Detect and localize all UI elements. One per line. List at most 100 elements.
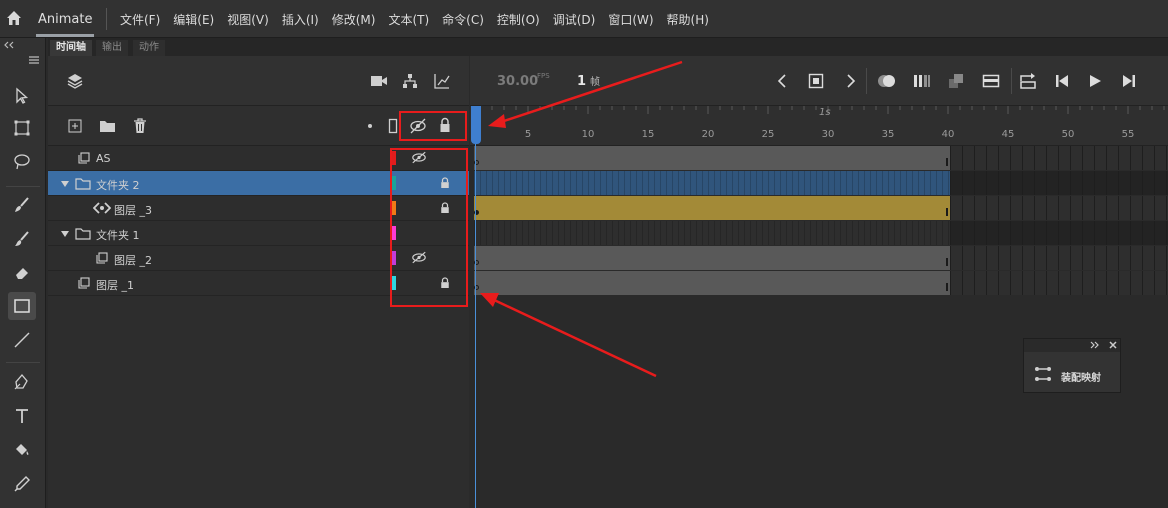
end-frame-marker xyxy=(946,208,948,216)
line-icon xyxy=(14,332,30,348)
folder-icon xyxy=(75,228,91,240)
selection-tool[interactable] xyxy=(8,82,36,110)
menu-lines-icon[interactable] xyxy=(28,55,40,65)
empty-frames[interactable] xyxy=(950,146,1168,170)
hierarchy-icon[interactable] xyxy=(401,72,419,90)
tab-output[interactable]: 输出 xyxy=(96,40,128,56)
ruler-label: 25 xyxy=(761,129,775,140)
loop-playback-icon[interactable] xyxy=(1018,72,1038,90)
chevron-right-icon[interactable] xyxy=(846,74,856,88)
new-folder-icon[interactable] xyxy=(99,119,116,133)
rig-mapping-label[interactable]: 装配映射 xyxy=(1061,369,1101,384)
pen-icon xyxy=(14,373,28,390)
step-forward-icon[interactable] xyxy=(1121,74,1137,88)
loop-icon[interactable] xyxy=(982,74,1000,88)
ruler-label: 20 xyxy=(701,129,715,140)
edit-multiple-icon[interactable] xyxy=(948,73,964,89)
ruler-label: 50 xyxy=(1061,129,1075,140)
collapse-icon[interactable] xyxy=(3,41,17,49)
menu-control[interactable]: 控制(O) xyxy=(497,11,540,28)
outline-icon[interactable] xyxy=(388,118,398,134)
center-frame-icon[interactable] xyxy=(808,73,824,89)
paint-bucket-icon xyxy=(16,444,29,455)
menu-text[interactable]: 文本(T) xyxy=(388,11,429,28)
ruler-second-label: 1s xyxy=(819,107,831,118)
layer-name: 图层 _3 xyxy=(114,204,152,217)
tools-divider xyxy=(6,362,40,363)
controls-divider xyxy=(1011,68,1012,94)
menu-window[interactable]: 窗口(W) xyxy=(608,11,653,28)
panel-titlebar[interactable] xyxy=(1024,339,1120,352)
pen-tool[interactable] xyxy=(8,368,36,396)
new-layer-icon[interactable] xyxy=(68,119,82,133)
onion-skin-icon[interactable] xyxy=(877,73,897,89)
highlight-layer-columns xyxy=(390,148,468,307)
app-name[interactable]: Animate xyxy=(38,12,92,27)
menu-edit[interactable]: 编辑(E) xyxy=(173,11,214,28)
layer-name: 文件夹 2 xyxy=(96,179,140,192)
paintbrush-icon xyxy=(15,231,29,246)
dot-icon xyxy=(368,124,372,128)
ruler-label: 40 xyxy=(941,129,955,140)
brush-tool[interactable] xyxy=(8,191,36,219)
menu-view[interactable]: 视图(V) xyxy=(227,11,269,28)
eraser-tool[interactable] xyxy=(8,258,36,286)
expand-icon[interactable] xyxy=(1090,341,1100,349)
tab-actions[interactable]: 动作 xyxy=(133,40,165,56)
transform-icon xyxy=(14,120,30,136)
ruler-label: 55 xyxy=(1121,129,1135,140)
home-icon[interactable] xyxy=(4,8,24,28)
menu-commands[interactable]: 命令(C) xyxy=(442,11,484,28)
menu-bar: Animate 文件(F) 编辑(E) 视图(V) 插入(I) 修改(M) 文本… xyxy=(0,0,1168,38)
menu-help[interactable]: 帮助(H) xyxy=(667,11,709,28)
end-frame-marker xyxy=(946,283,948,291)
paint-bucket-tool[interactable] xyxy=(8,436,36,464)
ruler-label: 45 xyxy=(1001,129,1015,140)
free-transform-tool[interactable] xyxy=(8,114,36,142)
menu-separator xyxy=(106,8,107,30)
annotation-arrows xyxy=(480,60,683,378)
assets-panel: 装配映射 xyxy=(1023,338,1121,393)
folder-expand-icon[interactable] xyxy=(60,230,70,238)
chevron-left-icon[interactable] xyxy=(777,74,787,88)
menu-insert[interactable]: 插入(I) xyxy=(282,11,319,28)
end-frame-marker xyxy=(946,258,948,266)
onion-outline-icon[interactable] xyxy=(913,73,931,89)
layer-icon xyxy=(96,252,108,264)
empty-frames[interactable] xyxy=(950,221,1168,245)
brush-icon xyxy=(15,197,29,212)
folder-expand-icon[interactable] xyxy=(60,180,70,188)
menu-debug[interactable]: 调试(D) xyxy=(553,11,596,28)
empty-frames[interactable] xyxy=(950,171,1168,195)
line-tool[interactable] xyxy=(8,326,36,354)
empty-frames[interactable] xyxy=(950,196,1168,220)
panel-tabs: 时间轴 输出 动作 xyxy=(48,38,1168,56)
lasso-tool[interactable] xyxy=(8,148,36,176)
camera-icon[interactable] xyxy=(370,74,388,88)
tab-timeline[interactable]: 时间轴 xyxy=(50,40,92,56)
eyedropper-icon xyxy=(14,476,30,492)
graph-icon[interactable] xyxy=(433,72,451,90)
tools-panel xyxy=(0,38,46,508)
close-icon[interactable] xyxy=(1109,341,1117,349)
layers-header xyxy=(48,56,469,106)
text-icon xyxy=(16,409,28,423)
empty-frames[interactable] xyxy=(950,271,1168,295)
rig-mapping-icon[interactable] xyxy=(1034,366,1052,382)
tools-divider xyxy=(6,186,40,187)
rectangle-icon xyxy=(14,299,30,313)
text-tool[interactable] xyxy=(8,402,36,430)
paint-brush-tool[interactable] xyxy=(8,225,36,253)
rectangle-tool[interactable] xyxy=(8,292,36,320)
ruler-label: 35 xyxy=(881,129,895,140)
delete-icon[interactable] xyxy=(133,118,147,134)
menu-file[interactable]: 文件(F) xyxy=(120,11,160,28)
layer-name: 图层 _1 xyxy=(96,279,134,292)
layers-icon[interactable] xyxy=(66,72,84,90)
play-icon[interactable] xyxy=(1088,74,1102,88)
menu-modify[interactable]: 修改(M) xyxy=(332,11,376,28)
step-back-icon[interactable] xyxy=(1054,74,1070,88)
empty-frames[interactable] xyxy=(950,246,1168,270)
eyedropper-tool[interactable] xyxy=(8,470,36,498)
layer-name: 图层 _2 xyxy=(114,254,152,267)
